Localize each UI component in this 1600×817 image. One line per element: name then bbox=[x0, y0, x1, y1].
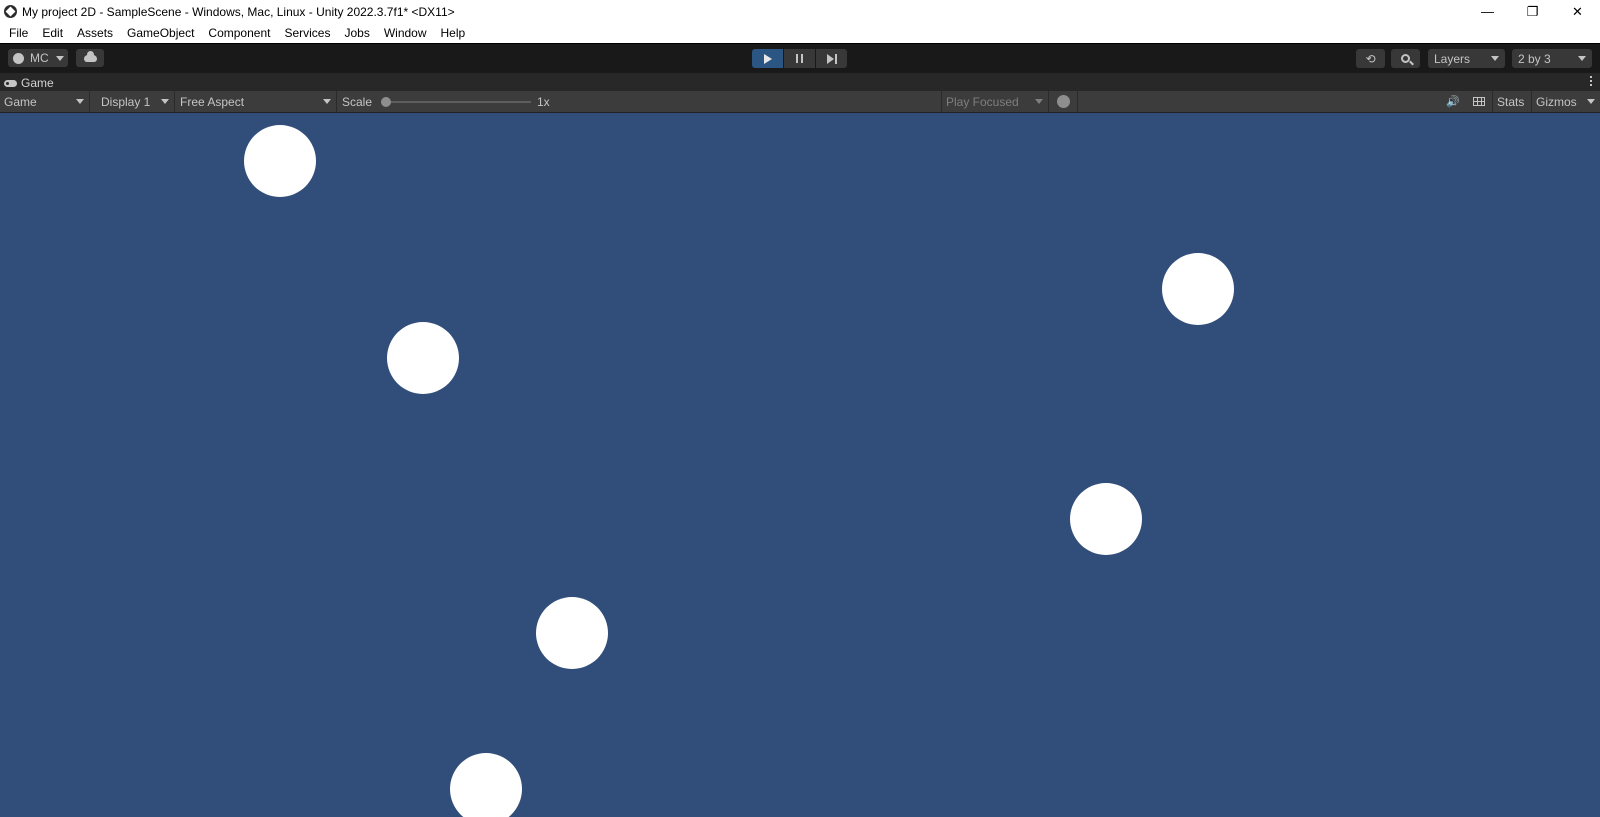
tab-game[interactable]: Game bbox=[4, 74, 54, 92]
ball-sprite bbox=[1070, 483, 1142, 555]
menu-gameobject[interactable]: GameObject bbox=[120, 23, 201, 43]
scale-slider-handle[interactable] bbox=[381, 97, 391, 107]
play-icon bbox=[763, 53, 772, 64]
main-toolbar: MC ⟲ Layers 2 by 3 bbox=[0, 43, 1600, 72]
ball-sprite bbox=[536, 597, 608, 669]
minimize-icon: — bbox=[1481, 4, 1494, 19]
undo-history-button[interactable]: ⟲ bbox=[1356, 49, 1385, 68]
menu-help[interactable]: Help bbox=[434, 23, 473, 43]
chevron-down-icon bbox=[1587, 99, 1595, 104]
keyboard-icon bbox=[1473, 97, 1485, 106]
view-mode-label: Game bbox=[4, 94, 37, 109]
scale-label: Scale bbox=[342, 94, 373, 109]
history-icon: ⟲ bbox=[1365, 51, 1376, 66]
speaker-icon: 🔊 bbox=[1446, 96, 1460, 108]
ball-sprite bbox=[1162, 253, 1234, 325]
stats-label: Stats bbox=[1497, 94, 1525, 109]
pause-icon bbox=[796, 54, 803, 63]
layers-dropdown[interactable]: Layers bbox=[1428, 49, 1505, 68]
scale-slider-track[interactable] bbox=[385, 101, 531, 103]
play-button[interactable] bbox=[752, 49, 783, 68]
step-icon bbox=[826, 53, 837, 64]
view-mode-dropdown[interactable]: Game bbox=[0, 91, 90, 112]
game-view-toolbar: Game Display 1 Free Aspect Scale 1x Play… bbox=[0, 91, 1600, 113]
chevron-down-icon bbox=[1035, 99, 1043, 104]
chevron-down-icon bbox=[76, 99, 84, 104]
search-icon bbox=[1401, 54, 1410, 63]
unity-logo-icon bbox=[4, 5, 17, 18]
layout-dropdown[interactable]: 2 by 3 bbox=[1512, 49, 1592, 68]
account-dropdown[interactable]: MC bbox=[8, 49, 68, 67]
ball-sprite bbox=[244, 125, 316, 197]
display-dropdown[interactable]: Display 1 bbox=[96, 91, 175, 112]
menu-bar: File Edit Assets GameObject Component Se… bbox=[0, 23, 1600, 43]
chevron-down-icon bbox=[56, 55, 64, 61]
aspect-dropdown[interactable]: Free Aspect bbox=[175, 91, 337, 112]
display-label: Display 1 bbox=[101, 94, 151, 109]
bug-icon bbox=[1057, 95, 1070, 108]
window-title: My project 2D - SampleScene - Windows, M… bbox=[22, 4, 455, 19]
ball-sprite bbox=[387, 322, 459, 394]
chevron-down-icon bbox=[161, 99, 169, 104]
chevron-down-icon bbox=[1491, 56, 1499, 61]
search-button[interactable] bbox=[1391, 49, 1420, 68]
frame-debugger-button[interactable] bbox=[1050, 91, 1078, 112]
close-button[interactable]: ✕ bbox=[1555, 0, 1600, 23]
cloud-button[interactable] bbox=[76, 49, 104, 67]
chevron-down-icon bbox=[1578, 56, 1586, 61]
aspect-label: Free Aspect bbox=[180, 94, 245, 109]
restore-button[interactable]: ❐ bbox=[1510, 0, 1555, 23]
shortcuts-button[interactable] bbox=[1466, 91, 1492, 112]
close-icon: ✕ bbox=[1572, 3, 1583, 19]
panel-tab-bar: Game bbox=[0, 72, 1600, 91]
mute-audio-button[interactable]: 🔊 bbox=[1440, 91, 1466, 112]
panel-menu-icon[interactable] bbox=[1590, 76, 1592, 86]
chevron-down-icon bbox=[323, 99, 331, 104]
title-bar: My project 2D - SampleScene - Windows, M… bbox=[0, 0, 1600, 23]
cloud-icon bbox=[83, 50, 97, 62]
playmode-controls bbox=[752, 49, 848, 68]
step-button[interactable] bbox=[816, 49, 847, 68]
gizmos-label: Gizmos bbox=[1536, 94, 1577, 109]
menu-services[interactable]: Services bbox=[277, 23, 337, 43]
stats-button[interactable]: Stats bbox=[1492, 91, 1532, 112]
play-mode-label: Play Focused bbox=[946, 94, 1019, 109]
gamepad-icon bbox=[4, 79, 17, 87]
menu-component[interactable]: Component bbox=[201, 23, 277, 43]
menu-edit[interactable]: Edit bbox=[35, 23, 70, 43]
menu-jobs[interactable]: Jobs bbox=[337, 23, 376, 43]
minimize-button[interactable]: — bbox=[1465, 0, 1510, 23]
menu-file[interactable]: File bbox=[2, 23, 35, 43]
play-mode-dropdown[interactable]: Play Focused bbox=[941, 91, 1049, 112]
gizmos-dropdown[interactable]: Gizmos bbox=[1532, 91, 1600, 112]
menu-assets[interactable]: Assets bbox=[70, 23, 120, 43]
tab-game-label: Game bbox=[21, 76, 54, 90]
menu-window[interactable]: Window bbox=[377, 23, 434, 43]
game-viewport[interactable] bbox=[0, 113, 1600, 817]
ball-sprite bbox=[450, 753, 522, 817]
layers-label: Layers bbox=[1434, 51, 1471, 66]
account-icon bbox=[13, 52, 24, 64]
layout-label: 2 by 3 bbox=[1518, 51, 1551, 66]
pause-button[interactable] bbox=[784, 49, 815, 68]
window-controls: — ❐ ✕ bbox=[1465, 0, 1600, 23]
scale-value: 1x bbox=[537, 95, 550, 109]
restore-icon: ❐ bbox=[1526, 3, 1539, 19]
account-label: MC bbox=[30, 51, 49, 65]
